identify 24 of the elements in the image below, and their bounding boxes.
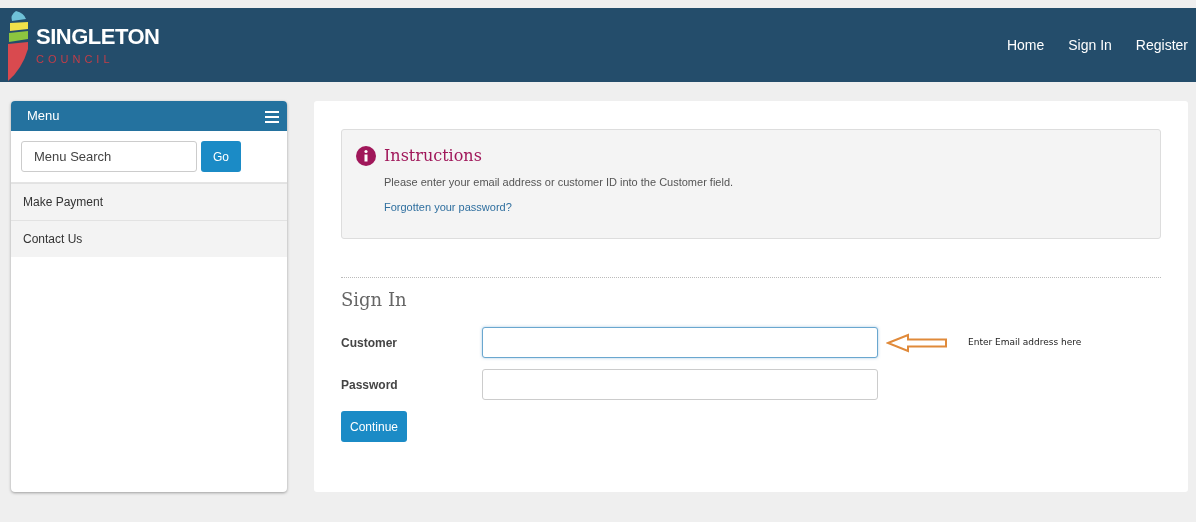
sign-in-heading: Sign In xyxy=(341,288,408,312)
menu-search-field[interactable]: Menu Search xyxy=(21,141,197,172)
menu-item[interactable]: Contact Us xyxy=(11,220,287,257)
nav-link[interactable]: Register xyxy=(1135,34,1188,56)
instructions-title: Instructions xyxy=(384,145,482,167)
logo-subtitle: COUNCIL xyxy=(36,53,115,65)
forgot-password-link[interactable]: Forgotten your password? xyxy=(384,198,512,215)
annotation-text: Enter Email address here xyxy=(968,335,1082,349)
go-button[interactable]: Go xyxy=(201,141,241,172)
nav-link[interactable]: Sign In xyxy=(1068,34,1112,56)
logo-icon xyxy=(6,9,30,81)
nav-link[interactable]: Home xyxy=(1006,34,1045,56)
field-label: Password xyxy=(341,376,399,394)
menu-item[interactable]: Make Payment xyxy=(11,183,287,220)
menu-icon[interactable] xyxy=(265,110,279,123)
input-field[interactable] xyxy=(482,369,878,400)
continue-button[interactable]: Continue xyxy=(341,411,408,442)
instructions-text: Please enter your email address or customer ID into the Customer field. xyxy=(384,175,735,190)
logo-title: SINGLETON xyxy=(36,25,160,48)
input-field[interactable] xyxy=(482,327,878,358)
arrow-icon xyxy=(886,332,948,353)
menu-title: Menu xyxy=(27,107,60,126)
field-label: Customer xyxy=(341,334,398,352)
info-icon xyxy=(356,146,376,166)
